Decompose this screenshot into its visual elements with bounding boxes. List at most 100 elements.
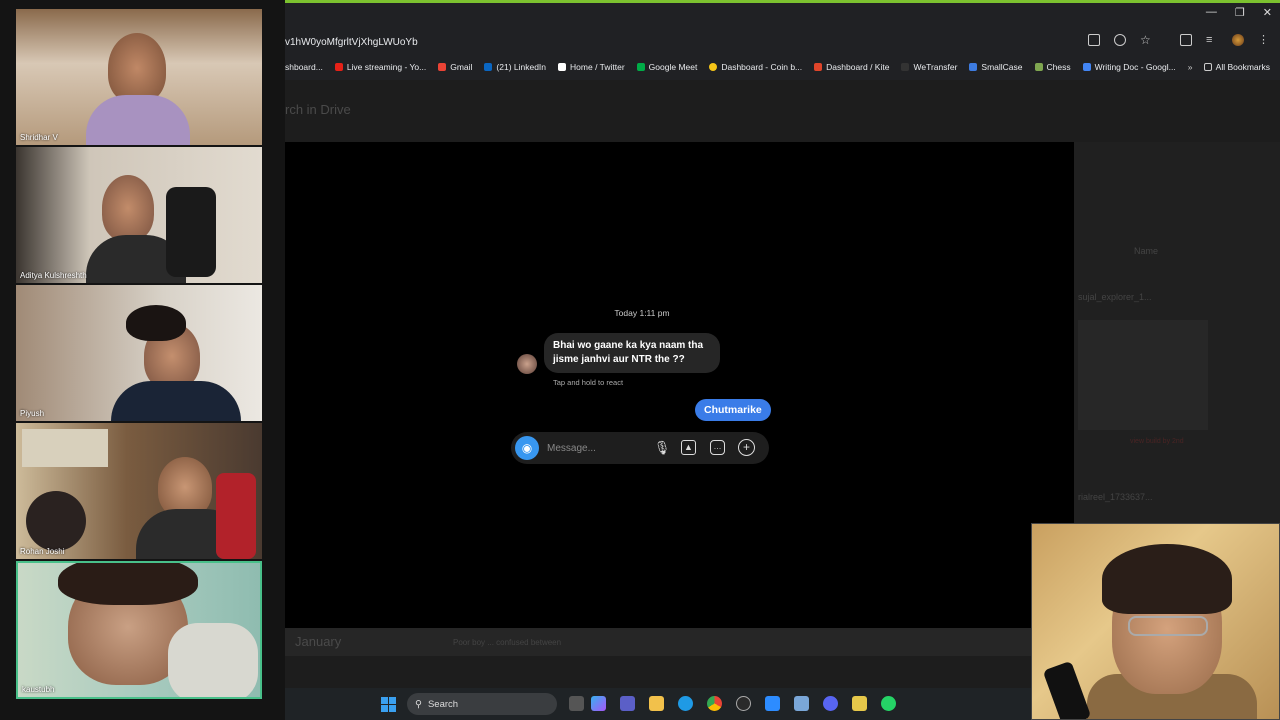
minimize-icon[interactable]: —: [1206, 6, 1217, 19]
react-hint: Tap and hold to react: [553, 378, 624, 387]
obs-icon[interactable]: [736, 696, 751, 711]
taskbar-search[interactable]: ⚲ Search: [407, 693, 557, 715]
streamer-webcam: [1031, 523, 1280, 720]
outgoing-message-bubble[interactable]: Chutmarike: [695, 399, 771, 421]
close-icon[interactable]: ✕: [1263, 6, 1272, 19]
bookmark-item[interactable]: SmallCase: [969, 62, 1023, 72]
wall-poster: [22, 429, 108, 467]
streamer-glasses: [1128, 616, 1208, 636]
teams-icon[interactable]: [620, 696, 635, 711]
browser-chrome: — ❐ ✕ v1hW0yoMfgrltVjXhgLWUoYb ☆ ≡ ⋮ shb…: [285, 0, 1280, 80]
bookmark-item[interactable]: Home / Twitter: [558, 62, 625, 72]
participant-name: kaustubh: [22, 685, 55, 694]
microphone-icon[interactable]: 🎙: [653, 439, 671, 457]
sender-avatar[interactable]: [517, 354, 537, 374]
address-bar[interactable]: v1hW0yoMfgrltVjXhgLWUoYb: [285, 32, 418, 52]
linkedin-icon: [484, 63, 493, 71]
gmail-icon: [438, 63, 447, 71]
plus-icon[interactable]: +: [738, 439, 755, 456]
bookmark-item[interactable]: Writing Doc - Googl...: [1082, 62, 1176, 72]
x-icon: [558, 63, 567, 71]
participant-tile[interactable]: Aditya Kulshreshth: [16, 147, 262, 283]
edge-icon[interactable]: [678, 696, 693, 711]
wetransfer-icon: [901, 63, 910, 71]
file-name[interactable]: rialreel_1733637...: [1078, 492, 1153, 502]
chess-icon: [1034, 63, 1043, 71]
chrome-icon[interactable]: [707, 696, 722, 711]
sticker-icon[interactable]: …: [710, 440, 725, 455]
discord-icon[interactable]: [823, 696, 838, 711]
gaming-chair: [166, 187, 216, 277]
bookmarks-bar: shboard... Live streaming - Yo... Gmail …: [285, 58, 1280, 76]
whatsapp-icon[interactable]: [881, 696, 896, 711]
participant-tile[interactable]: Shridhar V: [16, 9, 262, 145]
bookmarks-overflow-icon[interactable]: »: [1188, 62, 1193, 72]
google-docs-icon: [1082, 63, 1091, 71]
instagram-dm-screen: Today 1:11 pm Bhai wo gaane ka kya naam …: [285, 142, 1074, 628]
bookmark-item[interactable]: Gmail: [438, 62, 472, 72]
participant-tile[interactable]: Rohan Joshi: [16, 423, 262, 559]
kebab-menu-icon[interactable]: ⋮: [1258, 34, 1270, 46]
bookmark-item[interactable]: Dashboard / Kite: [814, 62, 889, 72]
bookmark-item[interactable]: WeTransfer: [901, 62, 957, 72]
file-hint: view build by 2nd: [1130, 438, 1184, 445]
camera-icon[interactable]: ◉: [515, 436, 539, 460]
copilot-icon[interactable]: [591, 696, 606, 711]
google-meet-icon: [636, 63, 645, 71]
name-column-header: Name: [1134, 246, 1159, 256]
message-composer: ◉ 🎙 ▲ … +: [511, 432, 769, 464]
participant-shirt: [168, 623, 258, 697]
star-icon[interactable]: ☆: [1140, 34, 1152, 46]
url-text: v1hW0yoMfgrltVjXhgLWUoYb: [285, 36, 418, 48]
bookmark-item[interactable]: Dashboard - Coin b...: [709, 62, 802, 72]
participant-name: Shridhar V: [20, 133, 58, 142]
participant-face: [108, 33, 166, 103]
file-thumbnail[interactable]: [1078, 320, 1208, 430]
bookmark-item[interactable]: (21) LinkedIn: [484, 62, 546, 72]
bookmark-item[interactable]: shboard...: [285, 62, 323, 72]
gallery-icon[interactable]: ▲: [681, 440, 696, 455]
month-label: January: [295, 634, 342, 649]
zoom-app-icon[interactable]: [765, 696, 780, 711]
zoom-icon[interactable]: [1114, 34, 1126, 46]
drive-search-input[interactable]: rch in Drive: [285, 102, 351, 117]
participant-shirt: [111, 381, 241, 421]
participant-hair: [126, 305, 186, 341]
youtube-icon: [334, 63, 343, 71]
participants-column: Shridhar V Aditya Kulshreshth Piyush Roh…: [0, 0, 285, 720]
calendar-app-icon[interactable]: [794, 696, 809, 711]
media-control-icon[interactable]: ≡: [1206, 34, 1218, 46]
participant-name: Piyush: [20, 409, 45, 418]
task-view-icon[interactable]: [569, 696, 584, 711]
notes-app-icon[interactable]: [852, 696, 867, 711]
window-border: [285, 0, 1280, 3]
coin-icon: [709, 63, 718, 71]
participant-hair: [58, 563, 198, 605]
search-icon: ⚲: [415, 698, 422, 710]
participant-name: Rohan Joshi: [20, 547, 65, 556]
participant-name: Aditya Kulshreshth: [20, 271, 87, 280]
message-input[interactable]: [547, 440, 647, 456]
participant-shirt: [86, 95, 190, 145]
install-app-icon[interactable]: [1088, 34, 1100, 46]
stream-frame: Shridhar V Aditya Kulshreshth Piyush Roh…: [0, 0, 1280, 720]
gaming-chair: [216, 473, 256, 559]
windows-start-icon[interactable]: [381, 697, 396, 712]
profile-avatar-icon[interactable]: [1232, 34, 1244, 46]
smallcase-icon: [969, 63, 978, 71]
file-explorer-icon[interactable]: [649, 696, 664, 711]
bookmark-item[interactable]: Chess: [1034, 62, 1071, 72]
bookmark-item[interactable]: Google Meet: [636, 62, 697, 72]
folder-icon: [1203, 63, 1212, 71]
participant-face: [158, 457, 212, 517]
participant-tile-active-speaker[interactable]: kaustubh: [16, 561, 262, 699]
all-bookmarks-button[interactable]: All Bookmarks: [1203, 58, 1270, 76]
file-name[interactable]: sujal_explorer_1...: [1078, 292, 1152, 302]
message-timestamp: Today 1:11 pm: [614, 308, 670, 318]
extensions-icon[interactable]: [1180, 34, 1192, 46]
participant-tile[interactable]: Piyush: [16, 285, 262, 421]
restore-icon[interactable]: ❐: [1235, 6, 1245, 19]
video-caption: Poor boy ... confused between: [453, 638, 562, 647]
bookmark-item[interactable]: Live streaming - Yo...: [334, 62, 426, 72]
incoming-message-bubble[interactable]: Bhai wo gaane ka kya naam tha jisme janh…: [544, 333, 720, 373]
